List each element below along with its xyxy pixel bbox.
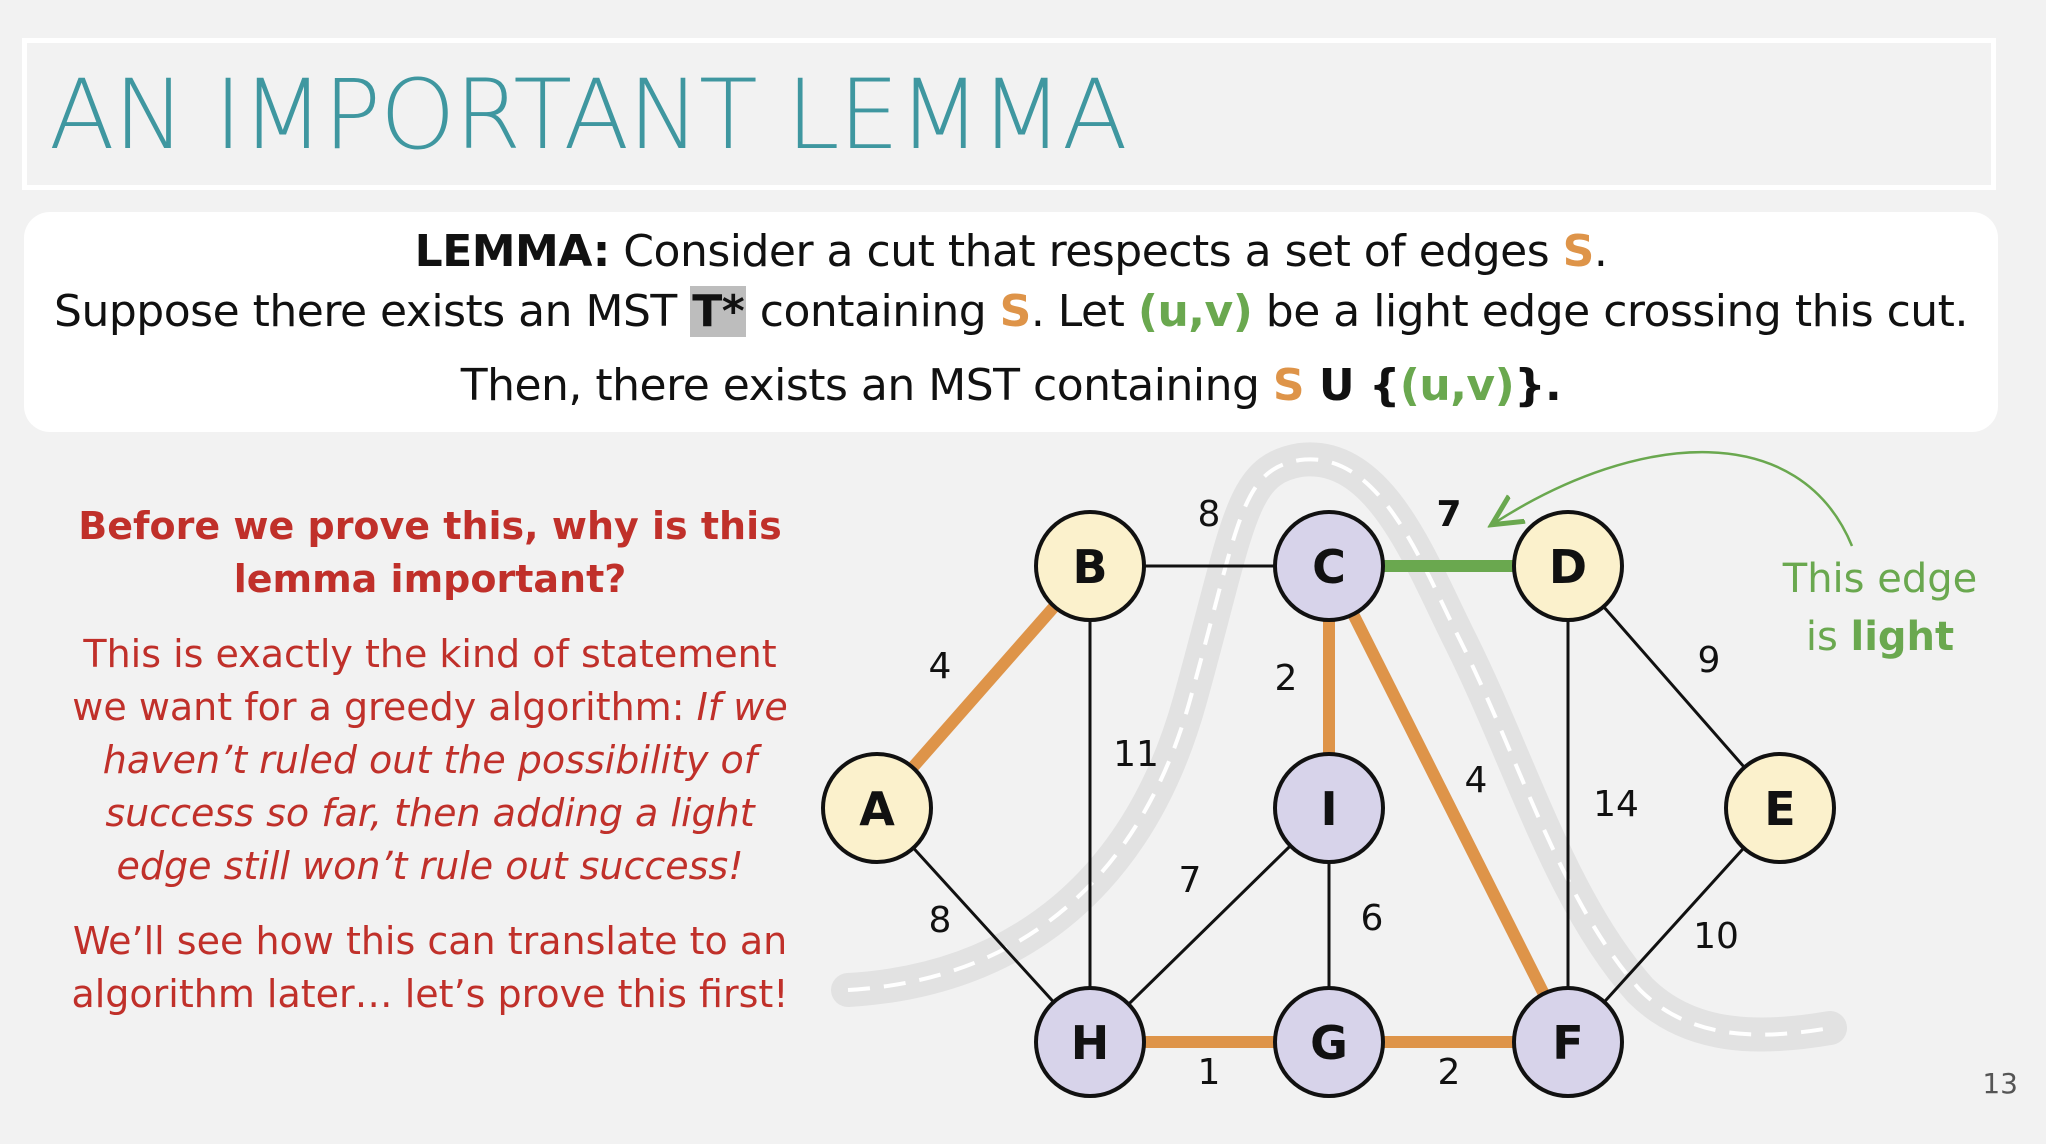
edge-weight-E-F: 10: [1693, 916, 1739, 957]
edge-weight-A-B: 4: [929, 646, 952, 687]
node-label-G: G: [1310, 1016, 1348, 1070]
node-label-A: A: [859, 782, 895, 836]
edge-weight-D-F: 14: [1593, 784, 1639, 825]
edge-weight-H-G: 1: [1198, 1052, 1221, 1093]
edge-weight-C-F: 4: [1465, 760, 1488, 801]
node-label-D: D: [1549, 540, 1587, 594]
edge-weight-C-I: 2: [1275, 658, 1298, 699]
edge-weight-A-H: 8: [929, 900, 952, 941]
node-label-E: E: [1764, 782, 1795, 836]
edge-weight-G-F: 2: [1438, 1052, 1461, 1093]
note-line-2: is light: [1806, 614, 1954, 660]
edge-weight-H-I: 7: [1179, 860, 1202, 901]
edge-weight-I-G: 6: [1361, 898, 1384, 939]
note-is: is: [1806, 614, 1851, 660]
graph-diagram: 4 8 8 11 7 2 4 9 14 10 7 6 1 2 A B C D E F G H I This edge is …: [821, 442, 1977, 1098]
node-label-H: H: [1071, 1016, 1110, 1070]
edge-weight-D-E: 9: [1698, 640, 1721, 681]
node-label-F: F: [1552, 1016, 1583, 1070]
slide-number: 13: [1982, 1067, 2018, 1100]
node-label-I: I: [1320, 782, 1337, 836]
node-label-C: C: [1312, 540, 1346, 594]
edge-weight-C-D: 7: [1436, 494, 1461, 535]
node-label-B: B: [1072, 540, 1107, 594]
note-light: light: [1851, 614, 1955, 660]
note-line-1: This edge: [1782, 556, 1977, 602]
edge-weight-B-C: 8: [1198, 494, 1221, 535]
edge-weight-B-H: 11: [1113, 734, 1159, 775]
